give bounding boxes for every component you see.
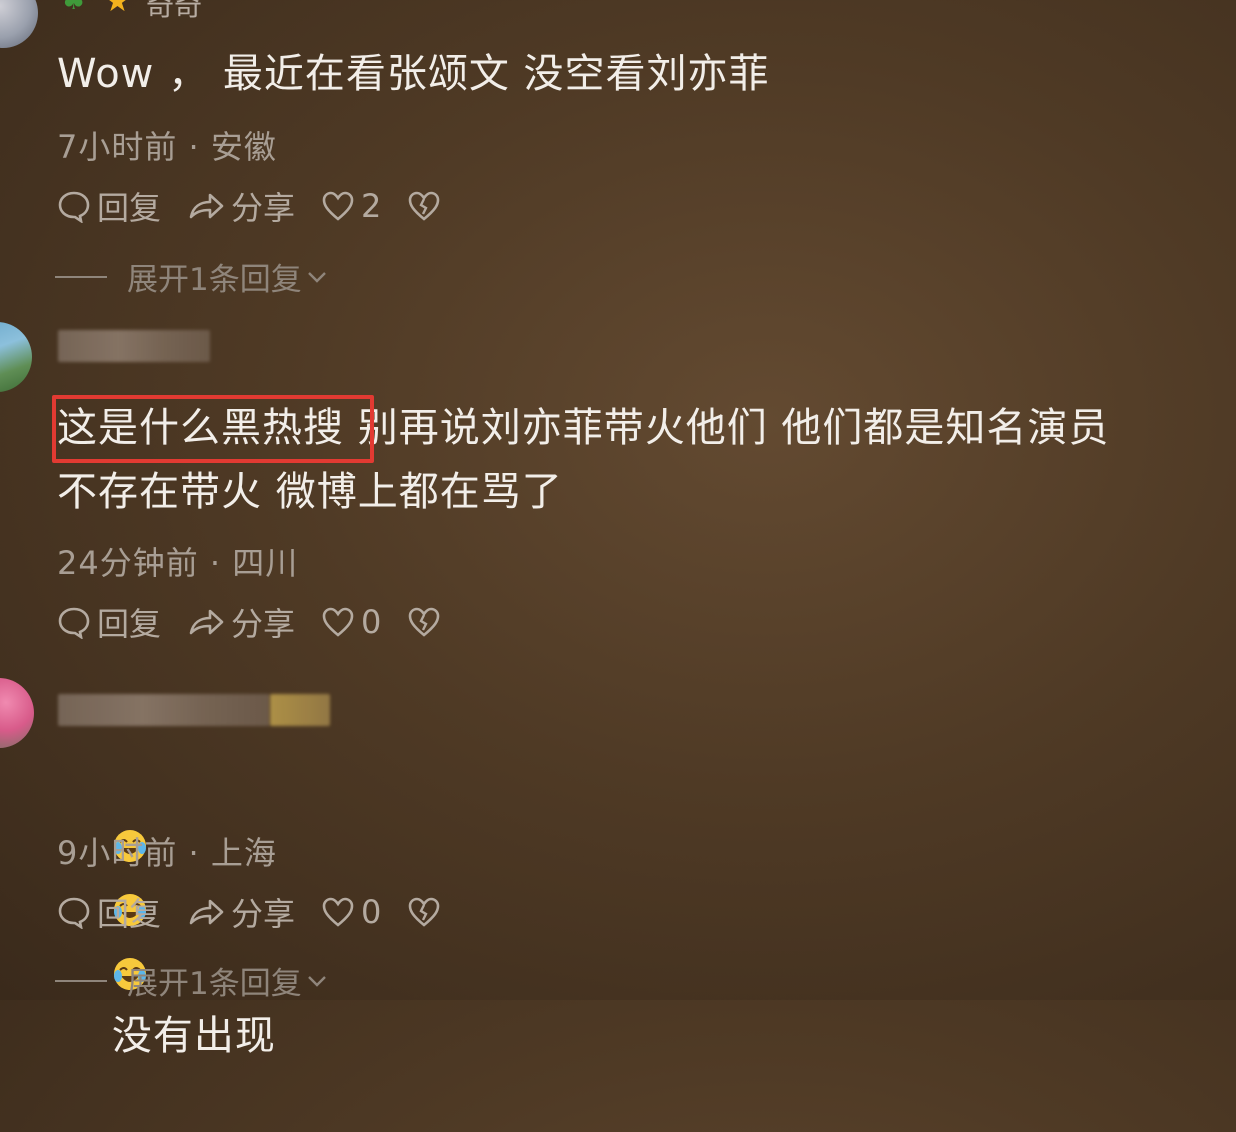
heart-icon: [322, 607, 354, 637]
expand-label: 展开1条回复: [127, 262, 302, 298]
comment-meta: 24分钟前 · 四川: [57, 538, 298, 584]
comment-time: 7小时前: [57, 128, 178, 166]
username-blurred-emoji: [270, 694, 330, 726]
comment-location: 安徽: [210, 128, 277, 166]
share-label: 分享: [231, 605, 296, 643]
reply-label: 回复: [97, 895, 162, 933]
meta-separator: ·: [188, 128, 200, 166]
like-button[interactable]: 0: [321, 603, 381, 641]
comment-location: 四川: [232, 544, 299, 582]
share-button[interactable]: 分享: [187, 599, 295, 645]
share-label: 分享: [231, 189, 296, 227]
comment-time: 9小时前: [57, 834, 178, 872]
reply-button[interactable]: 回复: [57, 599, 161, 645]
comment-time: 24分钟前: [57, 544, 199, 582]
share-button[interactable]: 分享: [187, 889, 295, 935]
share-button[interactable]: 分享: [187, 183, 295, 229]
comment-bubble-icon: [58, 607, 90, 639]
comment-meta: 7小时前 · 安徽: [57, 122, 277, 168]
user-avatar[interactable]: [0, 322, 32, 392]
comment-actions: 回复 分享 2: [57, 183, 473, 229]
reply-button[interactable]: 回复: [57, 183, 161, 229]
like-count: 0: [361, 603, 382, 641]
reply-label: 回复: [97, 189, 162, 227]
comment-text: Wow ， 最近在看张颂文 没空看刘亦菲: [57, 51, 770, 97]
meta-separator: ·: [188, 834, 200, 872]
share-label: 分享: [231, 895, 296, 933]
comment-text-body: 没有出现: [111, 1013, 276, 1059]
chevron-down-icon: [307, 271, 326, 283]
username-blurred[interactable]: [58, 694, 270, 726]
comment-actions: 回复 分享 0: [57, 599, 473, 645]
share-arrow-icon: [189, 609, 224, 635]
clover-icon: ♣: [62, 0, 86, 16]
expand-replies[interactable]: 展开1条回复: [55, 254, 328, 299]
username[interactable]: 奇奇: [146, 0, 202, 24]
user-avatar[interactable]: [0, 0, 38, 48]
share-arrow-icon: [189, 193, 224, 219]
meta-separator: ·: [209, 544, 222, 582]
like-button[interactable]: 0: [321, 893, 381, 931]
expand-line: [55, 979, 107, 982]
chevron-down-icon: [307, 975, 326, 987]
expand-label: 展开1条回复: [127, 966, 302, 1002]
user-avatar[interactable]: [0, 678, 34, 748]
expand-line: [55, 275, 107, 278]
dislike-button[interactable]: [407, 896, 447, 928]
expand-replies[interactable]: 展开1条回复: [55, 958, 328, 1003]
comment-text: 没有出现: [57, 748, 276, 1132]
dislike-button[interactable]: [407, 606, 447, 638]
comment-actions: 回复 分享 0: [57, 889, 473, 935]
heart-icon: [322, 191, 354, 221]
comment-bubble-icon: [58, 191, 90, 223]
like-count: 0: [361, 893, 382, 931]
broken-heart-icon: [409, 897, 440, 927]
like-button[interactable]: 2: [321, 187, 381, 225]
highlight-box: [52, 395, 374, 463]
star-icon: ★: [104, 0, 131, 19]
broken-heart-icon: [409, 191, 440, 221]
reply-button[interactable]: 回复: [57, 889, 161, 935]
like-count: 2: [361, 187, 382, 225]
comment-meta: 9小时前 · 上海: [57, 828, 277, 874]
username-blurred[interactable]: [58, 330, 210, 362]
comment-bubble-icon: [58, 897, 90, 929]
broken-heart-icon: [409, 607, 440, 637]
share-arrow-icon: [189, 899, 224, 925]
heart-icon: [322, 897, 354, 927]
dislike-button[interactable]: [407, 190, 447, 222]
reply-label: 回复: [97, 605, 162, 643]
comment-location: 上海: [210, 834, 277, 872]
